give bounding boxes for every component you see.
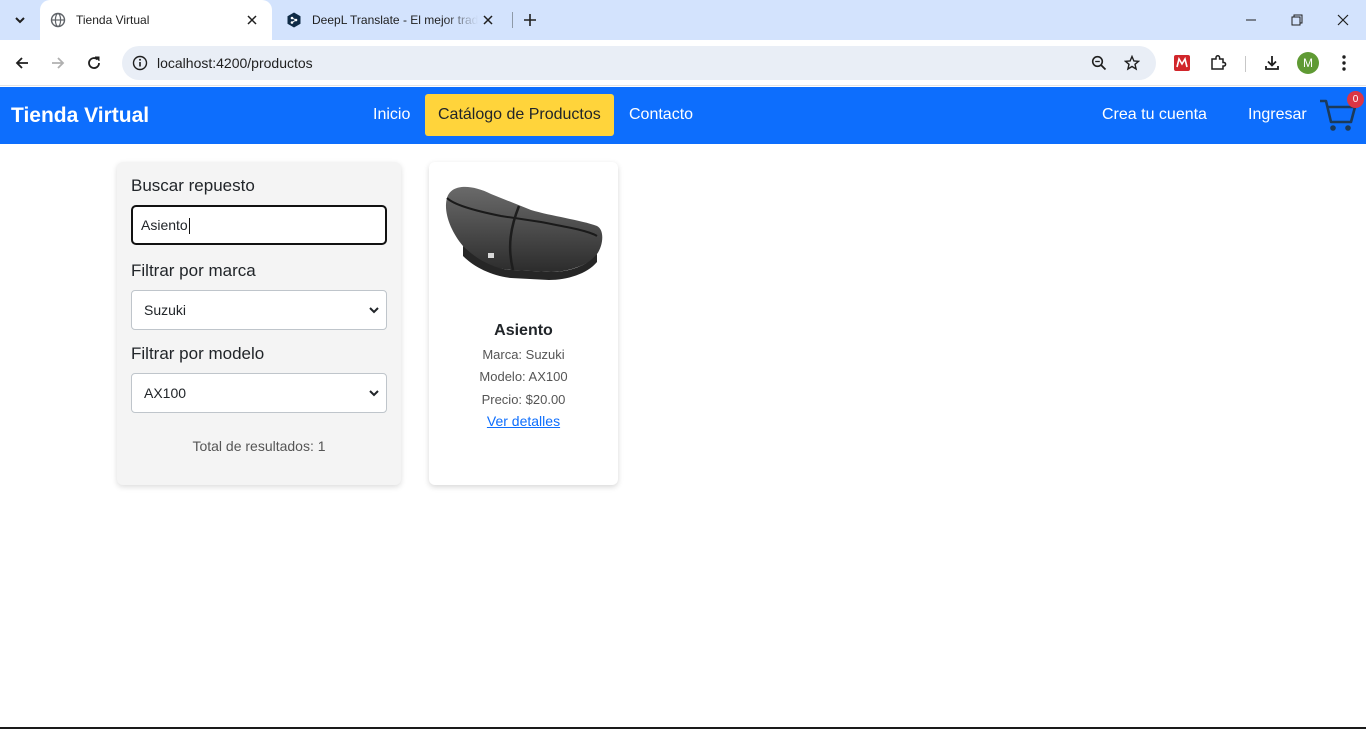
forward-button[interactable] [43, 48, 73, 78]
product-model: Modelo: AX100 [479, 369, 568, 384]
nav-link-contacto[interactable]: Contacto [616, 94, 706, 136]
tab-title: Tienda Virtual [76, 13, 150, 27]
address-bar[interactable]: localhost:4200/productos [122, 46, 1156, 80]
plus-icon [524, 14, 536, 26]
nav-link-login[interactable]: Ingresar [1235, 94, 1320, 136]
search-input-value: Asiento [141, 217, 188, 233]
close-icon[interactable] [242, 10, 262, 30]
chevron-down-icon [369, 307, 379, 314]
toolbar-divider [1245, 56, 1246, 72]
site-info-icon[interactable] [128, 51, 152, 75]
nav-link-catalogo[interactable]: Catálogo de Productos [425, 94, 614, 136]
reload-button[interactable] [79, 48, 109, 78]
url-text[interactable]: localhost:4200/productos [157, 46, 313, 80]
close-icon [1337, 14, 1349, 26]
arrow-left-icon [15, 57, 28, 69]
tab-tienda-virtual[interactable]: Tienda Virtual [40, 0, 272, 40]
brand-select-value: Suzuki [144, 302, 187, 318]
close-window-button[interactable] [1320, 0, 1366, 40]
brand-filter-label: Filtrar por marca [131, 261, 256, 280]
tab-search-button[interactable] [6, 6, 34, 34]
browser-tabstrip: Tienda Virtual DeepL Translate - El mejo… [0, 0, 1366, 40]
product-price: Precio: $20.00 [481, 392, 566, 407]
search-label: Buscar repuesto [131, 176, 255, 195]
product-brand: Marca: Suzuki [482, 347, 565, 362]
download-icon[interactable] [1260, 51, 1284, 75]
model-filter-label: Filtrar por modelo [131, 344, 265, 363]
search-input[interactable]: Asiento [131, 205, 387, 245]
tab-divider [512, 12, 513, 28]
restore-icon [1291, 14, 1303, 26]
reload-icon [88, 56, 100, 69]
browser-toolbar: localhost:4200/productos M [0, 40, 1366, 86]
product-card: Asiento Marca: Suzuki Modelo: AX100 Prec… [429, 162, 618, 485]
restore-button[interactable] [1274, 0, 1320, 40]
product-name: Asiento [494, 322, 553, 339]
new-tab-button[interactable] [518, 8, 542, 32]
site-navbar: Tienda Virtual Inicio Catálogo de Produc… [0, 87, 1366, 144]
minimize-button[interactable] [1228, 0, 1274, 40]
product-details-link[interactable]: Ver detalles [429, 413, 618, 429]
deepl-icon [286, 12, 302, 28]
model-select[interactable]: AX100 [131, 373, 387, 413]
tab-deepl[interactable]: DeepL Translate - El mejor traductor [276, 0, 508, 40]
menu-kebab-icon[interactable] [1332, 51, 1356, 75]
cart-count-badge: 0 [1347, 91, 1364, 108]
nav-link-inicio[interactable]: Inicio [360, 94, 423, 136]
tab-title: DeepL Translate - El mejor traductor [312, 13, 478, 27]
close-icon[interactable] [478, 10, 498, 30]
brand-select[interactable]: Suzuki [131, 290, 387, 330]
chevron-down-icon [369, 390, 379, 397]
extensions-puzzle-icon[interactable] [1206, 51, 1230, 75]
product-image-seat[interactable] [441, 176, 606, 296]
brand-logo[interactable]: Tienda Virtual [11, 87, 149, 144]
nav-link-register[interactable]: Crea tu cuenta [1089, 94, 1220, 136]
profile-avatar[interactable]: M [1297, 52, 1319, 74]
back-button[interactable] [7, 48, 37, 78]
chevron-down-icon [15, 17, 25, 24]
results-total: Total de resultados: 1 [192, 438, 326, 454]
text-caret [188, 218, 190, 235]
arrow-right-icon [52, 57, 65, 69]
globe-icon [50, 12, 66, 28]
filter-panel: Buscar repuesto Asiento Filtrar por marc… [117, 162, 401, 485]
bookmark-star-icon[interactable] [1120, 51, 1144, 75]
extension-red-icon[interactable] [1170, 51, 1194, 75]
model-select-value: AX100 [144, 385, 187, 401]
zoom-icon[interactable] [1087, 51, 1111, 75]
minimize-icon [1246, 19, 1256, 21]
